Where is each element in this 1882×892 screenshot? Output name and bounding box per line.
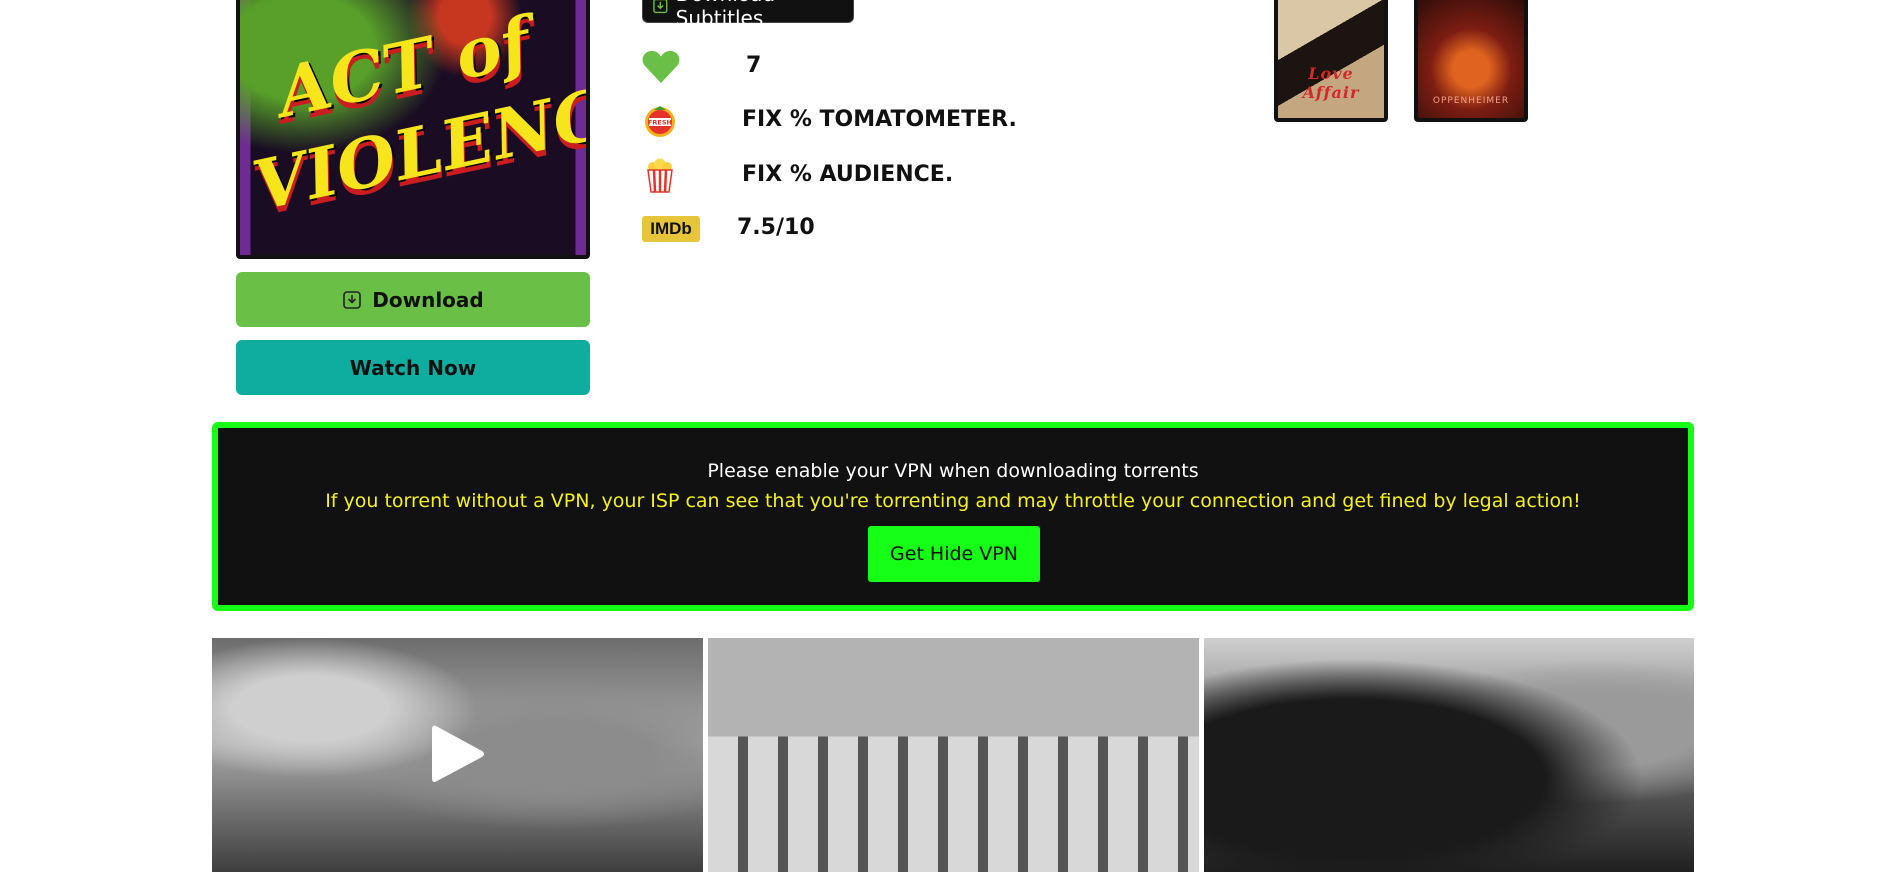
vpn-notice-heading: Please enable your VPN when downloading … [707, 460, 1199, 482]
watch-now-button[interactable]: Watch Now [236, 340, 590, 395]
audience-row: FIX % AUDIENCE. [642, 156, 953, 196]
imdb-score: 7.5/10 [737, 215, 815, 240]
audience-text: FIX % AUDIENCE. [742, 162, 954, 187]
get-vpn-button[interactable]: Get Hide VPN [868, 526, 1040, 582]
download-button[interactable]: Download [236, 272, 590, 327]
related-movie-oppenheimer[interactable]: OPPENHEIMER [1414, 0, 1528, 122]
vpn-notice-warning: If you torrent without a VPN, your ISP c… [325, 490, 1581, 512]
download-icon [343, 290, 362, 309]
watch-now-label: Watch Now [349, 355, 477, 380]
imdb-logo: IMDb [642, 216, 700, 242]
trailer-thumbnail[interactable] [212, 638, 703, 872]
fresh-tomato-icon: FRESH [645, 106, 675, 137]
related-movie-title: OPPENHEIMER [1432, 96, 1510, 106]
play-icon[interactable] [428, 722, 486, 786]
tomatometer-text: FIX % TOMATOMETER. [742, 107, 1017, 132]
heart-icon [642, 50, 680, 83]
vpn-notice: Please enable your VPN when downloading … [212, 422, 1694, 611]
related-movie-title: Love Affair [1302, 64, 1360, 102]
get-vpn-label: Get Hide VPN [890, 543, 1018, 565]
related-movie-love-affair[interactable]: Love Affair [1274, 0, 1388, 122]
download-subtitles-label: Download Subtitles [675, 0, 775, 30]
movie-screenshot[interactable] [1204, 638, 1694, 872]
svg-text:FRESH: FRESH [648, 119, 672, 127]
likes-row: 7 [642, 47, 761, 87]
movie-poster: ACT of VIOLENCE [236, 0, 590, 259]
likes-count: 7 [746, 53, 762, 78]
download-icon [653, 0, 668, 13]
download-button-label: Download [372, 287, 484, 312]
imdb-row: IMDb 7.5/10 [642, 209, 815, 249]
download-subtitles-button[interactable]: Download Subtitles [642, 0, 854, 30]
tomatometer-row: FRESH FIX % TOMATOMETER. [642, 101, 1017, 141]
popcorn-icon [647, 158, 673, 193]
movie-screenshot[interactable] [708, 638, 1199, 872]
